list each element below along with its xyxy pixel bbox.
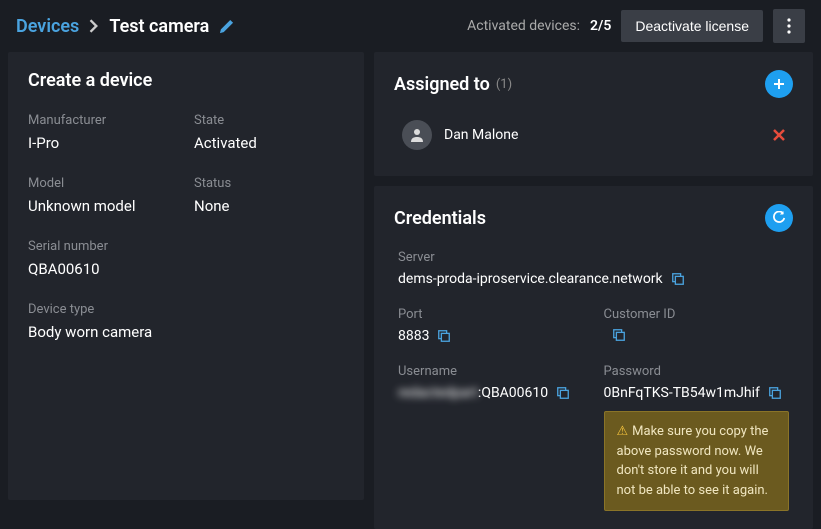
copy-username-button[interactable] <box>556 386 570 400</box>
refresh-credentials-button[interactable] <box>765 204 793 232</box>
username-label: Username <box>398 364 584 379</box>
close-icon <box>773 129 785 141</box>
chevron-right-icon <box>89 19 99 33</box>
copy-customer-id-button[interactable] <box>612 328 626 342</box>
assigned-to-title: Assigned to <box>394 74 490 95</box>
assigned-to-count: (1) <box>496 77 512 92</box>
username-value: redactedpart:QBA00610 <box>398 385 548 401</box>
user-icon <box>409 127 425 143</box>
kebab-icon <box>787 18 791 34</box>
manufacturer-value: I-Pro <box>28 134 178 152</box>
plus-icon <box>773 78 785 90</box>
device-type-value: Body worn camera <box>28 323 344 341</box>
assignee-row: Dan Malone <box>394 116 793 158</box>
state-label: State <box>194 113 344 128</box>
create-device-panel: Create a device Manufacturer I-Pro State… <box>8 52 364 500</box>
copy-password-button[interactable] <box>768 386 782 400</box>
copy-icon <box>612 328 626 342</box>
model-label: Model <box>28 176 178 191</box>
customer-id-label: Customer ID <box>604 307 790 322</box>
credentials-panel: Credentials Server dems-proda-iproservic… <box>374 186 813 529</box>
status-value: None <box>194 197 344 215</box>
breadcrumb-current: Test camera <box>109 16 209 37</box>
copy-port-button[interactable] <box>437 329 451 343</box>
credentials-title: Credentials <box>394 208 486 229</box>
avatar <box>402 120 432 150</box>
state-value: Activated <box>194 134 344 152</box>
port-value: 8883 <box>398 328 429 344</box>
breadcrumb-root[interactable]: Devices <box>16 16 79 37</box>
warning-icon: ⚠ <box>617 424 629 439</box>
serial-label: Serial number <box>28 239 344 254</box>
copy-icon <box>671 272 685 286</box>
more-menu-button[interactable] <box>773 9 805 43</box>
add-assignee-button[interactable] <box>765 70 793 98</box>
activated-devices-label: Activated devices: <box>467 18 580 34</box>
refresh-icon <box>772 211 786 225</box>
copy-icon <box>768 386 782 400</box>
remove-assignee-button[interactable] <box>773 129 785 141</box>
password-value: 0BnFqTKS-TB54w1mJhif <box>604 385 760 401</box>
password-warning: ⚠Make sure you copy the above password n… <box>604 411 790 511</box>
server-value: dems-proda-iproservice.clearance.network <box>398 271 663 287</box>
serial-value: QBA00610 <box>28 260 344 278</box>
activated-devices-count: 2/5 <box>590 18 611 34</box>
manufacturer-label: Manufacturer <box>28 113 178 128</box>
password-label: Password <box>604 364 790 379</box>
assigned-to-panel: Assigned to (1) Dan Malone <box>374 52 813 176</box>
model-value: Unknown model <box>28 197 178 215</box>
edit-icon[interactable] <box>219 19 234 34</box>
deactivate-license-button[interactable]: Deactivate license <box>621 10 763 42</box>
server-label: Server <box>398 250 789 265</box>
device-type-label: Device type <box>28 302 344 317</box>
copy-server-button[interactable] <box>671 272 685 286</box>
copy-icon <box>556 386 570 400</box>
copy-icon <box>437 329 451 343</box>
status-label: Status <box>194 176 344 191</box>
create-device-title: Create a device <box>28 70 344 91</box>
assignee-name: Dan Malone <box>444 127 518 143</box>
breadcrumb: Devices Test camera <box>16 16 234 37</box>
port-label: Port <box>398 307 584 322</box>
